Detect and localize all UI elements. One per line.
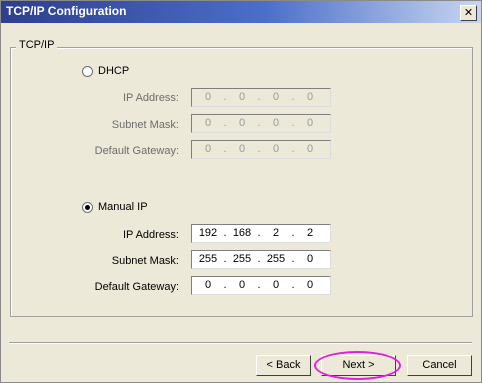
octet-3[interactable]: 255 [263, 253, 289, 265]
octet-2[interactable]: 168 [229, 227, 255, 239]
octet-4: 0 [306, 117, 314, 129]
window-title: TCP/IP Configuration [6, 4, 127, 18]
octet-1[interactable]: 255 [195, 253, 221, 265]
octet-3: 0 [272, 117, 280, 129]
octet-4: 0 [306, 91, 314, 103]
manual-subnet-mask-field[interactable]: 255 . 255 . 255 . 0 [191, 250, 331, 269]
manual-ip-address-field[interactable]: 192 . 168 . 2 . 2 [191, 224, 331, 243]
title-bar: TCP/IP Configuration ✕ [1, 1, 481, 23]
manual-ip-address-label: IP Address: [122, 229, 179, 241]
manual-subnet-mask-label: Subnet Mask: [111, 255, 179, 267]
octet-separator: . [291, 117, 295, 129]
group-label: TCP/IP [16, 39, 58, 51]
next-button-highlight-ellipse [314, 351, 401, 380]
octet-separator: . [223, 91, 227, 103]
octet-3[interactable]: 0 [263, 279, 289, 291]
octet-separator: . [257, 91, 261, 103]
octet-separator: . [257, 227, 261, 239]
octet-1: 0 [204, 117, 212, 129]
dhcp-subnet-mask-label: Subnet Mask: [111, 119, 179, 131]
octet-1: 0 [204, 143, 212, 155]
octet-4[interactable]: 0 [297, 253, 323, 265]
close-icon: ✕ [463, 6, 474, 19]
octet-separator: . [291, 143, 295, 155]
octet-separator: . [223, 227, 227, 239]
manual-default-gateway-label: Default Gateway: [94, 281, 179, 293]
back-button[interactable]: < Back [256, 355, 311, 376]
dhcp-ip-address-field: 0 . 0 . 0 . 0 [191, 88, 331, 107]
octet-separator: . [257, 253, 261, 265]
octet-separator: . [257, 279, 261, 291]
octet-1: 0 [204, 91, 212, 103]
octet-2: 0 [238, 143, 246, 155]
cancel-button[interactable]: Cancel [407, 355, 472, 376]
octet-1[interactable]: 0 [195, 279, 221, 291]
octet-separator: . [291, 253, 295, 265]
octet-separator: . [291, 227, 295, 239]
dhcp-subnet-mask-field: 0 . 0 . 0 . 0 [191, 114, 331, 133]
octet-3[interactable]: 2 [263, 227, 289, 239]
octet-separator: . [291, 91, 295, 103]
footer-divider [9, 342, 472, 344]
octet-separator: . [223, 253, 227, 265]
octet-2: 0 [238, 91, 246, 103]
octet-separator: . [223, 117, 227, 129]
octet-2[interactable]: 255 [229, 253, 255, 265]
radio-selected-dot [85, 205, 90, 210]
octet-separator: . [291, 279, 295, 291]
octet-3: 0 [272, 91, 280, 103]
manual-ip-radio[interactable] [82, 202, 93, 213]
octet-2[interactable]: 0 [229, 279, 255, 291]
octet-4[interactable]: 0 [297, 279, 323, 291]
octet-separator: . [257, 117, 261, 129]
octet-separator: . [223, 279, 227, 291]
dhcp-ip-address-label: IP Address: [122, 92, 179, 104]
close-button[interactable]: ✕ [460, 5, 477, 21]
dhcp-default-gateway-label: Default Gateway: [94, 145, 179, 157]
dhcp-radio[interactable] [82, 66, 93, 77]
manual-ip-label: Manual IP [98, 201, 148, 213]
octet-3: 0 [272, 143, 280, 155]
dhcp-label: DHCP [98, 65, 130, 77]
manual-default-gateway-field[interactable]: 0 . 0 . 0 . 0 [191, 276, 331, 295]
octet-separator: . [223, 143, 227, 155]
tcpip-configuration-dialog: TCP/IP Configuration ✕ TCP/IP DHCP IP Ad… [0, 0, 482, 383]
dhcp-default-gateway-field: 0 . 0 . 0 . 0 [191, 140, 331, 159]
octet-1[interactable]: 192 [195, 227, 221, 239]
octet-2: 0 [238, 117, 246, 129]
octet-4[interactable]: 2 [297, 227, 323, 239]
octet-4: 0 [306, 143, 314, 155]
octet-separator: . [257, 143, 261, 155]
